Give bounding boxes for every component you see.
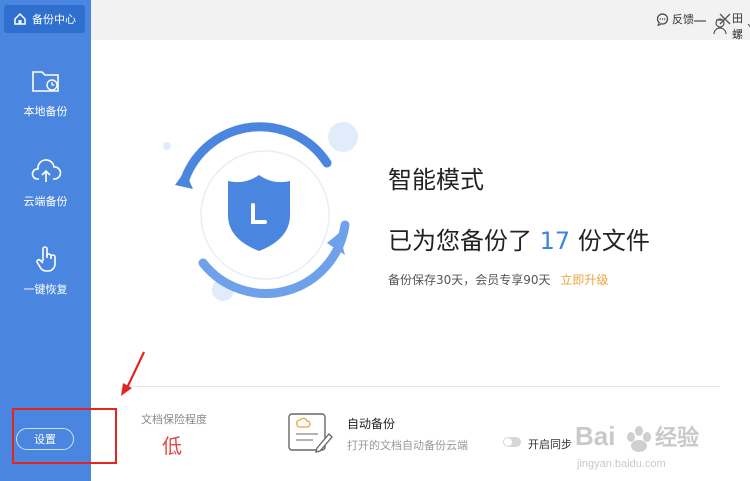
feedback-button[interactable]: 反馈 (656, 11, 694, 27)
sync-toggle[interactable] (503, 437, 521, 447)
folder-clock-icon (28, 63, 64, 99)
document-cloud-icon (288, 413, 333, 453)
retention-info: 备份保存30天，会员专享90天 立即升级 (388, 271, 608, 288)
auto-backup-title: 自动备份 (347, 417, 396, 431)
sidebar-item-cloud-backup[interactable]: 云端备份 (0, 153, 91, 233)
svg-text:Bai: Bai (575, 421, 615, 451)
sync-label: 开启同步 (528, 438, 572, 451)
backup-summary: 已为您备份了 17 份文件 (388, 221, 650, 256)
mode-title: 智能模式 (388, 166, 484, 194)
auto-backup-description: 打开的文档自动备份云端 (347, 439, 468, 452)
cloud-home-icon (12, 11, 28, 27)
brand-title: 备份中心 (32, 13, 76, 26)
toggle-knob (504, 438, 512, 446)
hand-pointer-icon (28, 241, 64, 277)
sidebar-item-label: 云端备份 (23, 195, 68, 208)
protection-level: 低 (162, 434, 182, 458)
sidebar-item-label: 一键恢复 (23, 283, 68, 296)
brand-header[interactable]: 备份中心 (4, 5, 85, 33)
backup-count: 17 (539, 227, 571, 255)
cloud-upload-icon (28, 153, 64, 189)
title-bar: 反馈 田螺 (91, 0, 750, 41)
backup-suffix: 份文件 (577, 227, 650, 255)
close-icon (719, 13, 731, 25)
baidu-jingyan-logo: Bai 经验 jingyan.baidu.com (575, 421, 699, 470)
backup-prefix: 已为您备份了 (388, 227, 532, 255)
sidebar-item-one-click-restore[interactable]: 一键恢复 (0, 241, 91, 321)
minimize-icon (694, 20, 706, 22)
upgrade-link[interactable]: 立即升级 (560, 273, 608, 287)
annotation-arrow-icon (121, 351, 145, 396)
retention-text: 备份保存30天，会员专享90天 (388, 273, 551, 287)
annotation-highlight-box (12, 408, 117, 464)
divider (132, 386, 720, 387)
sidebar-item-label: 本地备份 (23, 105, 68, 118)
chat-bubble-icon (656, 12, 669, 26)
protection-label: 文档保险程度 (141, 413, 207, 426)
minimize-button[interactable] (691, 10, 709, 28)
svg-text:jingyan.baidu.com: jingyan.baidu.com (576, 458, 666, 470)
svg-text:经验: 经验 (655, 425, 699, 451)
close-button[interactable] (716, 10, 734, 28)
shield-refresh-graphic (163, 122, 358, 301)
watermark: Bai 经验 jingyan.baidu.com (575, 415, 735, 475)
sidebar-item-local-backup[interactable]: 本地备份 (0, 63, 91, 143)
